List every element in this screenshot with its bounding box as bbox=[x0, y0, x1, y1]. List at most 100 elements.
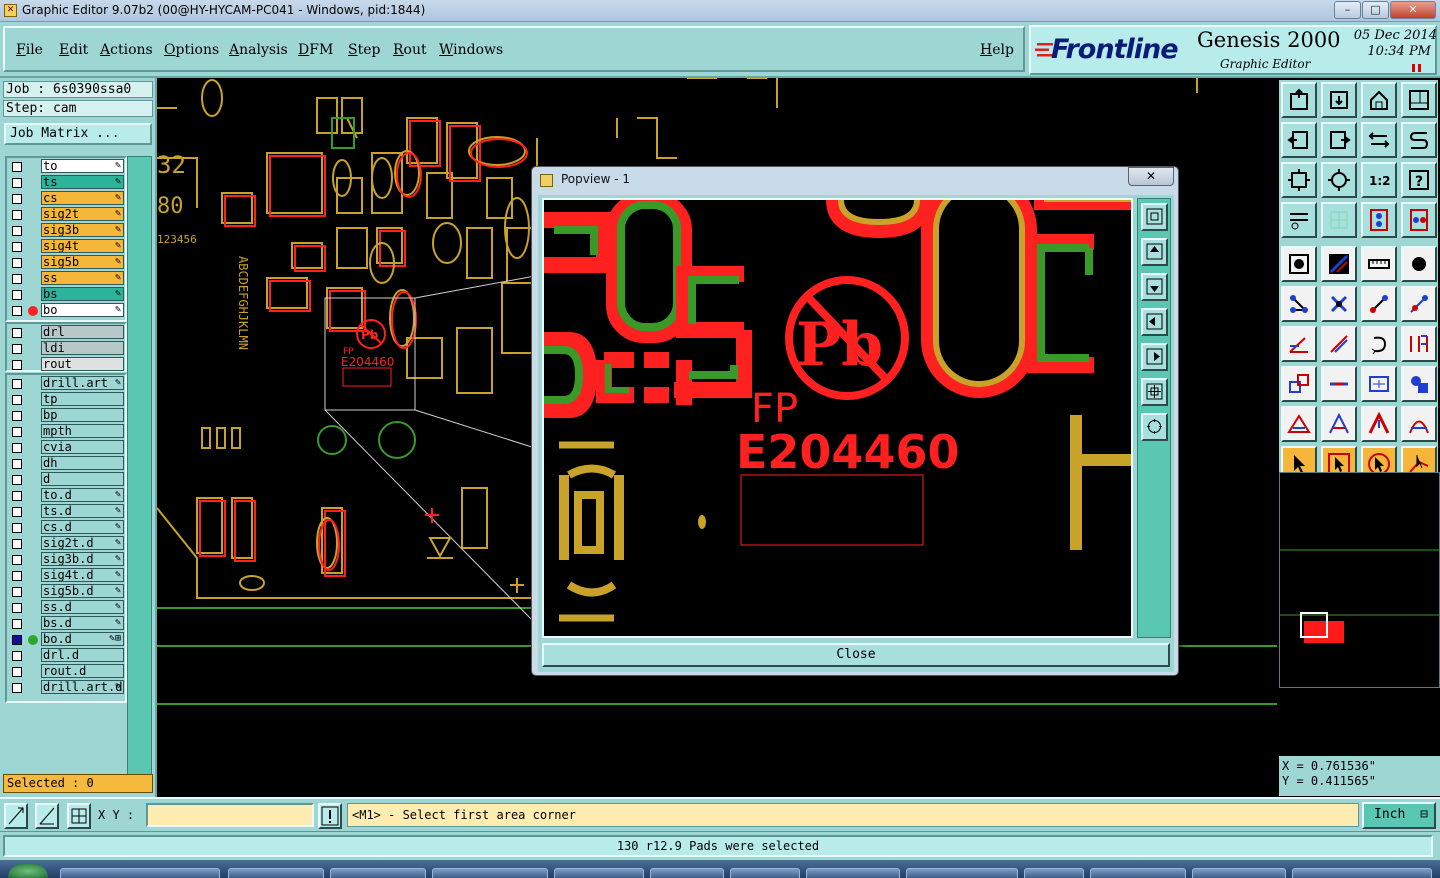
layer-row-sig4t[interactable]: sig4t ✎ bbox=[7, 238, 125, 254]
grid-view-icon[interactable] bbox=[1321, 202, 1357, 238]
layer-name[interactable]: bs ✎ bbox=[41, 287, 124, 301]
layer-name[interactable]: cs ✎ bbox=[41, 191, 124, 205]
color-edit-icon[interactable] bbox=[1321, 246, 1357, 282]
layer-row-ss-d[interactable]: ss.d ✎ bbox=[7, 599, 125, 615]
measure-icon[interactable] bbox=[35, 803, 59, 829]
layer-row-to[interactable]: to ✎ bbox=[7, 158, 125, 174]
layer-checkbox[interactable] bbox=[12, 258, 22, 268]
layer-name[interactable]: bs.d ✎ bbox=[41, 616, 124, 630]
angle-icon[interactable] bbox=[1281, 326, 1317, 362]
layer-row-drl[interactable]: drl bbox=[7, 324, 125, 340]
home-icon[interactable] bbox=[1281, 82, 1317, 118]
layer-checkbox[interactable] bbox=[12, 443, 22, 453]
page-down-icon[interactable] bbox=[1321, 82, 1357, 118]
fit-icon[interactable] bbox=[1281, 162, 1317, 198]
menu-analysis[interactable]: Analysis bbox=[229, 42, 288, 58]
popview-close-x-button[interactable]: ✕ bbox=[1128, 167, 1174, 186]
layer-name[interactable]: ts.d ✎ bbox=[41, 504, 124, 518]
layer-name[interactable]: ldi bbox=[41, 341, 124, 355]
menu-help[interactable]: Help bbox=[980, 42, 1014, 58]
taskbar-item[interactable] bbox=[1024, 868, 1084, 878]
layer-row-sig2t-d[interactable]: sig2t.d ✎ bbox=[7, 535, 125, 551]
layer-row-drl-d[interactable]: drl.d bbox=[7, 647, 125, 663]
mirror-icon[interactable] bbox=[1401, 326, 1437, 362]
resize-icon[interactable] bbox=[1321, 366, 1357, 402]
snap-red-icon[interactable] bbox=[1361, 202, 1397, 238]
maximize-button[interactable]: □ bbox=[1362, 1, 1389, 19]
group-icon[interactable] bbox=[1401, 366, 1437, 402]
layer-checkbox[interactable] bbox=[12, 683, 22, 693]
layer-row-cs[interactable]: cs ✎ bbox=[7, 190, 125, 206]
layer-row-sig5b-d[interactable]: sig5b.d ✎ bbox=[7, 583, 125, 599]
layer-name[interactable]: d bbox=[41, 472, 124, 486]
popview-zoom-fit-icon[interactable] bbox=[1141, 203, 1168, 231]
layer-name[interactable]: sig5b.d ✎ bbox=[41, 584, 124, 598]
layer-row-ss[interactable]: ss ✎ bbox=[7, 270, 125, 286]
popview-zoom-out-icon[interactable] bbox=[1141, 413, 1168, 441]
slash-icon[interactable] bbox=[1321, 326, 1357, 362]
xy-input[interactable] bbox=[146, 803, 314, 827]
taskbar-item[interactable] bbox=[806, 868, 900, 878]
layer-name[interactable]: ts ✎ bbox=[41, 175, 124, 189]
layer-name[interactable]: cvia bbox=[41, 440, 124, 454]
pan-left-icon[interactable] bbox=[1281, 122, 1317, 158]
layer-checkbox[interactable] bbox=[12, 344, 22, 354]
layer-checkbox[interactable] bbox=[12, 491, 22, 501]
pan-right-icon[interactable] bbox=[1321, 122, 1357, 158]
layer-checkbox[interactable] bbox=[12, 360, 22, 370]
layer-row-drill-art-d[interactable]: drill.art.d ✎ bbox=[7, 679, 125, 695]
layer-name[interactable]: to ✎ bbox=[41, 159, 124, 173]
unit-selector[interactable]: Inch ⊟ bbox=[1362, 802, 1436, 829]
layer-checkbox[interactable] bbox=[12, 651, 22, 661]
ruler-icon[interactable] bbox=[1361, 246, 1397, 282]
popview-pan-up-icon[interactable] bbox=[1141, 238, 1168, 266]
layer-row-sig2t[interactable]: sig2t ✎ bbox=[7, 206, 125, 222]
layer-name[interactable]: drill.art ✎ bbox=[41, 376, 124, 390]
layer-name[interactable]: drl bbox=[41, 325, 124, 339]
taskbar-item[interactable] bbox=[906, 868, 1018, 878]
copy-pad-icon[interactable] bbox=[1281, 366, 1317, 402]
layer-row-rout[interactable]: rout bbox=[7, 356, 125, 372]
layer-checkbox[interactable] bbox=[12, 571, 22, 581]
layer-checkbox[interactable] bbox=[12, 619, 22, 629]
menu-step[interactable]: Step bbox=[348, 42, 380, 58]
arc-red-icon[interactable] bbox=[1401, 406, 1437, 442]
layer-checkbox[interactable] bbox=[12, 226, 22, 236]
layer-name[interactable]: sig5b ✎ bbox=[41, 255, 124, 269]
layer-name[interactable]: sig3b ✎ bbox=[41, 223, 124, 237]
layer-checkbox[interactable] bbox=[12, 507, 22, 517]
menu-rout[interactable]: Rout bbox=[393, 42, 427, 58]
zoom-center-icon[interactable] bbox=[1321, 162, 1357, 198]
s-curve-icon[interactable] bbox=[1401, 122, 1437, 158]
layer-name[interactable]: drl.d bbox=[41, 648, 124, 662]
layer-row-sig5b[interactable]: sig5b ✎ bbox=[7, 254, 125, 270]
layer-name[interactable]: to.d ✎ bbox=[41, 488, 124, 502]
layer-name[interactable]: bp bbox=[41, 408, 124, 422]
layer-row-ts[interactable]: ts ✎ bbox=[7, 174, 125, 190]
cross-icon[interactable] bbox=[1321, 286, 1357, 322]
taskbar-item[interactable] bbox=[1090, 868, 1186, 878]
start-orb-icon[interactable] bbox=[8, 864, 48, 878]
menu-actions[interactable]: Actions bbox=[100, 42, 153, 58]
layer-row-cvia[interactable]: cvia bbox=[7, 439, 125, 455]
layer-name[interactable]: tp bbox=[41, 392, 124, 406]
layer-checkbox[interactable] bbox=[12, 635, 22, 645]
layer-row-bs[interactable]: bs ✎ bbox=[7, 286, 125, 302]
layer-row-bp[interactable]: bp bbox=[7, 407, 125, 423]
layer-row-sig3b[interactable]: sig3b ✎ bbox=[7, 222, 125, 238]
layer-checkbox[interactable] bbox=[12, 162, 22, 172]
taskbar-item[interactable] bbox=[554, 868, 644, 878]
menu-windows[interactable]: Windows bbox=[439, 42, 503, 58]
layer-checkbox[interactable] bbox=[12, 178, 22, 188]
alert-icon[interactable] bbox=[318, 803, 342, 829]
popview-pan-left-icon[interactable] bbox=[1141, 308, 1168, 336]
menu-file[interactable]: File bbox=[16, 42, 43, 58]
select-pad-icon[interactable] bbox=[1281, 246, 1317, 282]
layer-name[interactable]: drill.art.d ✎ bbox=[41, 680, 124, 694]
swap-icon[interactable] bbox=[1361, 122, 1397, 158]
job-matrix-button[interactable]: Job Matrix ... bbox=[4, 123, 152, 145]
layer-name[interactable]: sig4t ✎ bbox=[41, 239, 124, 253]
grid-icon[interactable] bbox=[67, 803, 91, 829]
layer-name[interactable]: sig2t ✎ bbox=[41, 207, 124, 221]
layer-row-bo[interactable]: bo ✎ bbox=[7, 302, 125, 318]
